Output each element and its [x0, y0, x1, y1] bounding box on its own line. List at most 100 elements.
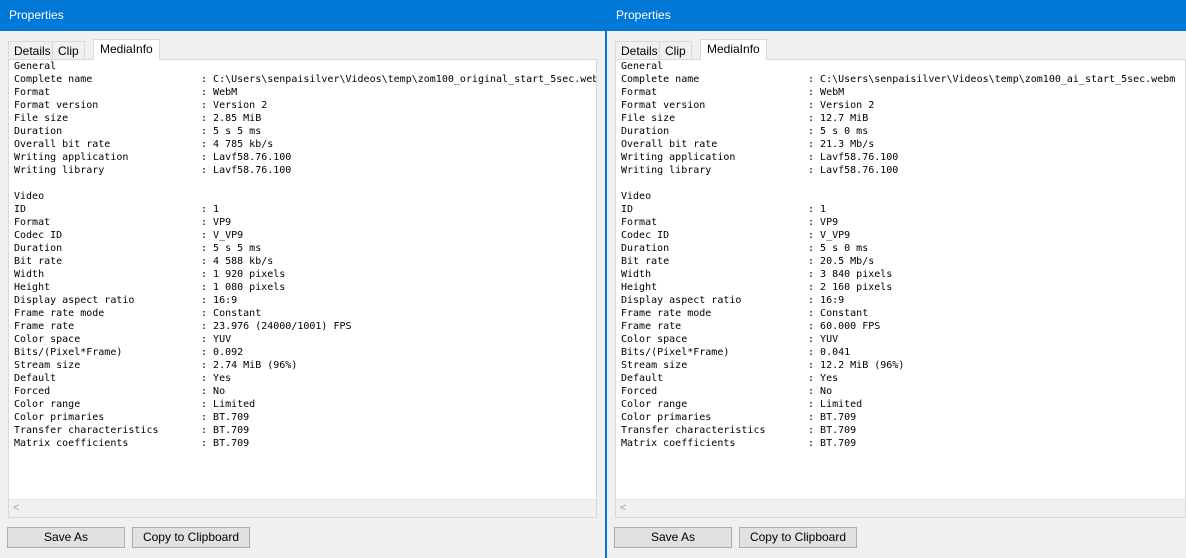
- copy-to-clipboard-button[interactable]: Copy to Clipboard: [132, 527, 250, 548]
- info-separator: :: [201, 373, 214, 384]
- info-key: Height: [14, 282, 51, 293]
- save-as-button[interactable]: Save As: [614, 527, 732, 548]
- info-separator: :: [201, 334, 214, 345]
- info-row: Format: WebM: [14, 86, 596, 99]
- tab-mediainfo[interactable]: MediaInfo: [93, 39, 160, 60]
- info-separator: :: [201, 386, 214, 397]
- info-key: Duration: [14, 126, 63, 137]
- info-value: 5 s 5 ms: [213, 243, 262, 254]
- info-row: Duration: 5 s 0 ms: [621, 242, 1185, 255]
- info-separator: :: [808, 373, 821, 384]
- info-key: Color primaries: [14, 412, 105, 423]
- section-label: Video: [621, 191, 652, 202]
- info-value: 12.7 MiB: [820, 113, 869, 124]
- scroll-left-icon[interactable]: <: [620, 501, 626, 515]
- info-value: 12.2 MiB (96%): [820, 360, 905, 371]
- info-row: Format version: Version 2: [14, 99, 596, 112]
- info-key: ID: [14, 204, 27, 215]
- info-row: Color space: YUV: [14, 333, 596, 346]
- info-row: Width: 1 920 pixels: [14, 268, 596, 281]
- info-separator: :: [808, 126, 821, 137]
- info-key: Writing application: [621, 152, 736, 163]
- info-separator: :: [808, 87, 821, 98]
- info-row: ID: 1: [14, 203, 596, 216]
- horizontal-scrollbar[interactable]: <: [9, 499, 596, 517]
- info-value: BT.709: [820, 425, 857, 436]
- info-row: Width: 3 840 pixels: [621, 268, 1185, 281]
- info-separator: :: [808, 243, 821, 254]
- info-key: Width: [14, 269, 45, 280]
- info-value: YUV: [820, 334, 839, 345]
- info-key: Writing library: [621, 165, 712, 176]
- info-separator: :: [201, 412, 214, 423]
- info-value: Lavf58.76.100: [213, 152, 292, 163]
- info-key: File size: [14, 113, 69, 124]
- info-row: Frame rate mode: Constant: [621, 307, 1185, 320]
- info-value: 2 160 pixels: [820, 282, 893, 293]
- info-value: YUV: [213, 334, 232, 345]
- mediainfo-report: General Complete name: C:\Users\senpaisil…: [621, 60, 1185, 450]
- info-separator: :: [201, 360, 214, 371]
- info-value: WebM: [213, 87, 238, 98]
- tab-strip: Details Clip MediaInfo: [8, 39, 605, 60]
- info-row: File size: 2.85 MiB: [14, 112, 596, 125]
- info-key: Frame rate mode: [621, 308, 712, 319]
- save-as-button[interactable]: Save As: [7, 527, 125, 548]
- info-value: BT.709: [820, 412, 857, 423]
- info-value: 20.5 Mb/s: [820, 256, 875, 267]
- info-key: Format version: [621, 100, 706, 111]
- info-key: Codec ID: [621, 230, 670, 241]
- tab-mediainfo[interactable]: MediaInfo: [700, 39, 767, 60]
- info-value: 1: [213, 204, 220, 215]
- info-value: Yes: [820, 373, 839, 384]
- info-separator: :: [808, 152, 821, 163]
- tab-details[interactable]: Details: [615, 41, 664, 59]
- info-value: 4 588 kb/s: [213, 256, 274, 267]
- info-value: Version 2: [820, 100, 875, 111]
- info-row: Overall bit rate: 4 785 kb/s: [14, 138, 596, 151]
- info-row: Height: 1 080 pixels: [14, 281, 596, 294]
- info-separator: :: [808, 308, 821, 319]
- info-value: Lavf58.76.100: [213, 165, 292, 176]
- tab-details[interactable]: Details: [8, 41, 57, 59]
- info-separator: :: [808, 74, 821, 85]
- section-label: Video: [14, 191, 45, 202]
- info-separator: :: [808, 412, 821, 423]
- info-row: Bits/(Pixel*Frame): 0.092: [14, 346, 596, 359]
- info-row: Overall bit rate: 21.3 Mb/s: [621, 138, 1185, 151]
- info-row: Duration: 5 s 0 ms: [621, 125, 1185, 138]
- section-heading: [14, 177, 596, 190]
- horizontal-scrollbar[interactable]: <: [616, 499, 1185, 517]
- info-row: Height: 2 160 pixels: [621, 281, 1185, 294]
- scroll-left-icon[interactable]: <: [13, 501, 19, 515]
- info-value: No: [820, 386, 833, 397]
- info-row: Color primaries: BT.709: [14, 411, 596, 424]
- tab-clip[interactable]: Clip: [52, 41, 85, 59]
- info-value: No: [213, 386, 226, 397]
- copy-to-clipboard-button[interactable]: Copy to Clipboard: [739, 527, 857, 548]
- info-row: Bit rate: 20.5 Mb/s: [621, 255, 1185, 268]
- info-separator: :: [808, 425, 821, 436]
- info-value: 21.3 Mb/s: [820, 139, 875, 150]
- info-key: Color range: [621, 399, 688, 410]
- info-value: Yes: [213, 373, 232, 384]
- info-separator: :: [201, 256, 214, 267]
- info-separator: :: [201, 438, 214, 449]
- info-key: Height: [621, 282, 658, 293]
- section-heading: Video: [14, 190, 596, 203]
- tab-clip[interactable]: Clip: [659, 41, 692, 59]
- section-label: General: [14, 61, 57, 72]
- info-key: File size: [621, 113, 676, 124]
- info-row: Frame rate: 60.000 FPS: [621, 320, 1185, 333]
- mediainfo-panel: General Complete name: C:\Users\senpaisil…: [8, 59, 597, 518]
- info-row: Format: VP9: [14, 216, 596, 229]
- info-separator: :: [201, 113, 214, 124]
- info-value: 16:9: [213, 295, 238, 306]
- info-value: 3 840 pixels: [820, 269, 893, 280]
- info-key: Duration: [621, 126, 670, 137]
- info-separator: :: [808, 256, 821, 267]
- info-key: Codec ID: [14, 230, 63, 241]
- info-row: File size: 12.7 MiB: [621, 112, 1185, 125]
- properties-window-left: Properties Details Clip MediaInfo Genera…: [0, 0, 606, 558]
- section-heading: General: [14, 60, 596, 73]
